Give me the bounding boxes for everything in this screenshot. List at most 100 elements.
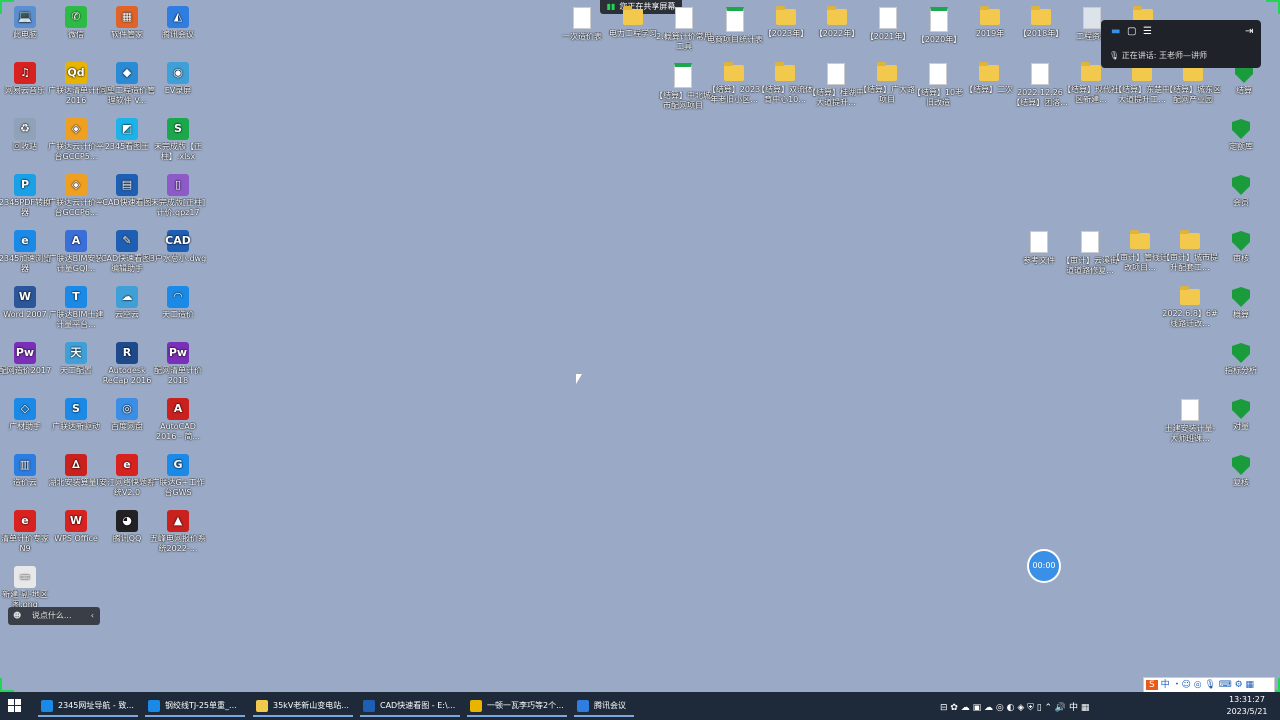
desktop-icon[interactable]: ▭ 新建-副-地区图.png — [0, 566, 54, 610]
taskbar-item[interactable]: 钢绞线TJ-25单重_... — [145, 695, 245, 717]
desktop-icon[interactable]: 2022.6.8】6#线路迁改... — [1161, 286, 1219, 329]
desktop-icon[interactable]: A AutoCAD 2016 - 简... — [149, 398, 207, 442]
desktop-icon[interactable]: W Word 2007 — [0, 286, 54, 320]
desktop-icon[interactable]: R Autodesk ReCap 2016 — [98, 342, 156, 386]
desktop-icon[interactable]: ▯ 未完成版[正柱]计价.qpz17 — [149, 174, 207, 218]
desktop-icon[interactable]: Pw 配网造价2017 — [0, 342, 54, 376]
chat-input-bar[interactable]: ☻ 说点什么... ‹ — [8, 607, 100, 625]
taskbar-item[interactable]: 2345网址导航 - 致... — [38, 695, 138, 717]
desktop-icon[interactable]: ∆ 湖北安装算量III — [47, 454, 105, 488]
desktop-icon[interactable]: ◭ 腾讯会议 — [149, 6, 207, 40]
desktop-icon[interactable]: ◈ 广联达云计价平台GCCP6... — [47, 174, 105, 218]
desktop-icon[interactable]: T 广联达BIM土建计量平台... — [47, 286, 105, 330]
desktop-icon[interactable]: 【结算】二次 — [960, 62, 1018, 95]
ime-lang[interactable]: 中 — [1161, 680, 1170, 690]
collapse-chevron-icon[interactable]: ‹ — [91, 607, 94, 625]
desktop-icon[interactable]: 【2023年】 — [757, 6, 815, 39]
document-icon — [1031, 63, 1049, 85]
desktop-icon[interactable]: 【2018年】 — [1012, 6, 1070, 39]
desktop-icon[interactable]: 概算 — [1212, 286, 1270, 320]
desktop-icon[interactable]: 【2020年】 — [910, 6, 968, 45]
desktop-icon[interactable]: 【审计】城市提升配套工... — [1161, 230, 1219, 273]
desktop-icon[interactable]: e 2345加速浏览器 — [0, 230, 54, 274]
taskbar-item[interactable]: CAD快速看图 - E:\... — [360, 695, 460, 717]
desktop-icon[interactable]: ◇ 广材助手 — [0, 398, 54, 432]
desktop-icon[interactable]: ♫ 网易云音乐 — [0, 62, 54, 96]
desktop-icon-label: 对量 — [1233, 422, 1249, 431]
desktop-icon[interactable]: 【2021年】 — [859, 6, 917, 42]
desktop-icon[interactable]: 【结算】桂湖中大道提升... — [807, 62, 865, 108]
desktop-icon[interactable]: ✆ 微信 — [47, 6, 105, 40]
desktop-icon[interactable]: ▲ 五峰电网报价系统2022-... — [149, 510, 207, 554]
desktop-icon[interactable]: ▤ CAD快速看图 — [98, 174, 156, 208]
desktop-icon[interactable]: A 广联达BIM安装计量GQI... — [47, 230, 105, 274]
desktop-icon[interactable]: 会员 — [1212, 174, 1270, 208]
desktop-icon[interactable]: 【结算】东楚中大道提升工... — [1113, 62, 1171, 105]
folder-icon — [877, 62, 897, 81]
desktop-icon[interactable]: 💻 此电脑 — [0, 6, 54, 40]
recording-timer[interactable]: 00:00 — [1027, 549, 1061, 583]
desktop-icon[interactable]: ▦ 软件管家 — [98, 6, 156, 40]
desktop-icon[interactable]: ◎ 百度网盘 — [98, 398, 156, 432]
desktop-icon[interactable]: 【结算】双流体育中心10... — [756, 62, 814, 105]
desktop-icon[interactable]: ◠ 天工造价 — [149, 286, 207, 320]
tray-app-icons[interactable]: ⊟ ✿ ☁ ▣ ☁ ◎ ◐ ◈ ⛨ ▯ ⌃ 🔊 中 ▦ — [940, 700, 1089, 713]
meeting-mini-panel[interactable]: ▬ ▢ ☰ ⇥ 🎙 正在讲话: 王老师—讲师 — [1101, 20, 1261, 68]
desktop-icon[interactable]: 2.概算计价常用工具 — [655, 6, 713, 52]
desktop-icon[interactable]: ▥ 造价云 — [0, 454, 54, 488]
desktop-icon[interactable]: 一次造价表 — [553, 6, 611, 42]
desktop-icon[interactable]: P 2345PDF转换器 — [0, 174, 54, 218]
desktop-icon[interactable]: 指标分析 — [1212, 342, 1270, 376]
desktop-icon[interactable]: W WPS Office — [47, 510, 105, 544]
desktop-icon[interactable]: ✎ CAD快速看图-编辑助手 — [98, 230, 156, 274]
desktop-icon[interactable]: ◆ 同望工程造价管理软件 V... — [98, 62, 156, 106]
desktop-icon[interactable]: ◕ 腾讯QQ — [98, 510, 156, 544]
desktop-icon[interactable]: 对量 — [1212, 398, 1270, 432]
desktop-icon[interactable]: 参考文件 — [1010, 230, 1068, 266]
menu-icon[interactable]: ☰ — [1143, 26, 1152, 37]
minimize-icon[interactable]: ▬ — [1111, 26, 1120, 37]
app-icon: ☁ — [116, 286, 138, 308]
desktop-icon[interactable]: Qd 广联达清单计价2016 — [47, 62, 105, 106]
folder-icon — [1180, 230, 1200, 249]
desktop-icon[interactable]: 定额库 — [1212, 118, 1270, 152]
desktop-icon[interactable]: Pw 配网清单计价2018 — [149, 342, 207, 386]
desktop-icon[interactable]: 审核 — [1212, 230, 1270, 264]
desktop-icon[interactable]: 【结算】城东区配网产业园 — [1164, 62, 1222, 105]
system-clock[interactable]: 13:31:27 2023/5/21 — [1222, 694, 1272, 718]
desktop-icon[interactable]: S 未完成版【正柱】.xlsx — [149, 118, 207, 162]
desktop-icon[interactable]: ♻ 回收站 — [0, 118, 54, 152]
desktop-icon[interactable]: 【结算】2023年老旧小区... — [705, 62, 763, 105]
window-icon[interactable]: ▢ — [1127, 26, 1136, 37]
desktop-icon[interactable]: 【2022年】 — [808, 6, 866, 39]
desktop-icon[interactable]: ◈ 广联达云计价平台GCCP5... — [47, 118, 105, 162]
desktop-icon[interactable]: 【结算】中北城市配网项目 — [654, 62, 712, 111]
start-windows-icon[interactable] — [8, 699, 22, 713]
desktop-icon[interactable]: S 广联达新驱动 — [47, 398, 105, 432]
ime-tools-icon[interactable]: ・☺ ◎ 🎙 ⌨ ⚙ ▦ — [1172, 680, 1254, 690]
desktop-icon[interactable]: 电力工程学习 — [604, 6, 662, 39]
taskbar-item[interactable]: 腾讯会议 — [574, 695, 634, 717]
expand-icon[interactable]: ⇥ — [1245, 26, 1253, 37]
desktop-icon[interactable]: 土建安装计量-大师班课... — [1161, 398, 1219, 444]
desktop-icon[interactable]: CAD 3户水总小.dwg — [149, 230, 207, 264]
desktop-icon[interactable]: 2022.12.26【结算】团洛... — [1011, 62, 1069, 108]
desktop-icon[interactable]: e 清单计价专家N9 — [0, 510, 54, 554]
taskbar-item[interactable]: 一顿一瓦李巧等2个... — [467, 695, 567, 717]
app-icon: ▤ — [116, 174, 138, 196]
mouse-cursor-icon — [576, 374, 582, 384]
desktop-icon[interactable]: ◉ EV录屏 — [149, 62, 207, 96]
desktop-icon[interactable]: G 广联达G+工作台GWS — [149, 454, 207, 498]
desktop-icon[interactable]: 天天工配置 — [47, 342, 105, 376]
desktop-icon[interactable]: 复核 — [1212, 454, 1270, 488]
desktop-icon[interactable]: 【结算】广大路项目 — [858, 62, 916, 105]
desktop-icon[interactable]: ◩ 2345看图王 — [98, 118, 156, 152]
desktop-icon[interactable]: 【结算】现代社区新建... — [1062, 62, 1120, 105]
taskbar-item[interactable]: 35kV老新山变电站... — [253, 695, 353, 717]
desktop-icon[interactable]: 【结算】10老旧改造 — [909, 62, 967, 108]
desktop-icon[interactable]: e 安江网络快题系统V2.0 — [98, 454, 156, 498]
desktop-icon[interactable]: 2019年 — [961, 6, 1019, 39]
desktop-icon[interactable]: ☁ 云空云 — [98, 286, 156, 320]
desktop-icon[interactable]: 电商项目统计表 — [706, 6, 764, 45]
desktop-icon-label: 指标分析 — [1225, 366, 1257, 375]
